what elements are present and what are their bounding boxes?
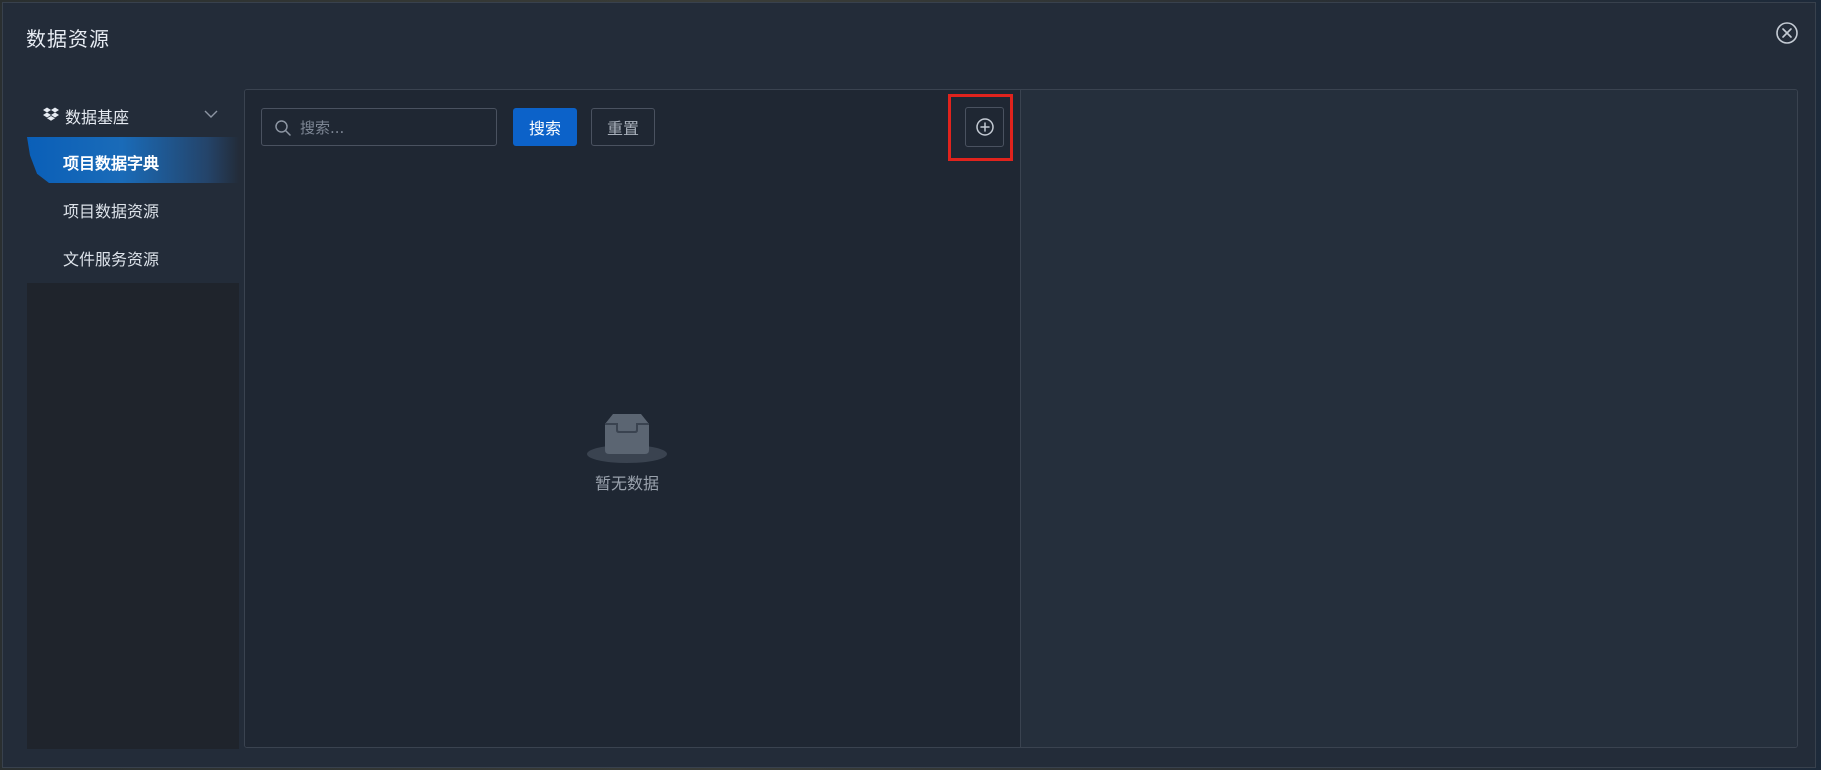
empty-state-text: 暂无数据 — [594, 474, 659, 493]
sidebar-item-project-data-resources[interactable]: 项目数据资源 — [27, 185, 239, 231]
reset-button[interactable]: 重置 — [591, 108, 655, 146]
sidebar: 数据基座 项目数据字典 项目数据资源 文件服务资源 — [27, 93, 239, 749]
data-resources-dialog: 数据资源 数据基座 项目数据字典 项目数据资源 文件服务资源 搜索... 搜索 … — [2, 2, 1816, 768]
list-pane: 搜索 重置 暂无数据 — [245, 90, 1021, 747]
sidebar-group-label: 数据基座 — [65, 108, 130, 127]
dropbox-icon — [43, 107, 59, 121]
search-field — [261, 108, 497, 147]
empty-inbox-icon — [587, 414, 667, 463]
sidebar-item-label: 文件服务资源 — [63, 250, 160, 269]
sidebar-item-label: 项目数据字典 — [63, 154, 160, 173]
detail-pane — [1021, 90, 1797, 747]
plus-circle-icon — [976, 118, 994, 136]
main-panel: 搜索 重置 暂无数据 — [244, 89, 1798, 748]
search-input[interactable] — [298, 109, 492, 147]
sidebar-item-label: 项目数据资源 — [63, 202, 160, 221]
add-button[interactable] — [965, 107, 1004, 147]
sidebar-item-file-service-resources[interactable]: 文件服务资源 — [27, 233, 239, 279]
search-icon — [275, 120, 291, 136]
sidebar-menu: 数据基座 项目数据字典 项目数据资源 文件服务资源 — [27, 93, 239, 283]
empty-state: 暂无数据 — [572, 410, 682, 510]
chevron-down-icon — [204, 110, 218, 118]
sidebar-item-project-data-dictionary[interactable]: 项目数据字典 — [27, 137, 239, 183]
sidebar-group-data-base[interactable]: 数据基座 — [27, 93, 239, 135]
search-button[interactable]: 搜索 — [513, 108, 577, 146]
close-circle-icon — [1776, 22, 1798, 44]
close-button[interactable] — [1775, 21, 1799, 45]
dialog-title: 数据资源 — [26, 27, 110, 51]
